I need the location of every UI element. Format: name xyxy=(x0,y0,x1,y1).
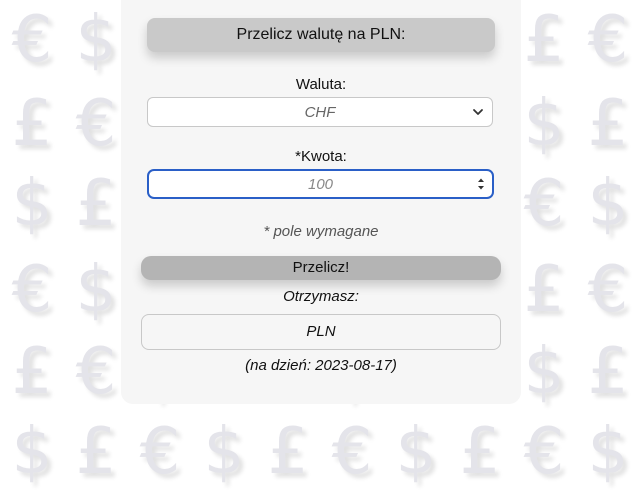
receive-label: Otrzymasz: xyxy=(283,288,359,305)
convert-button[interactable]: Przelicz! xyxy=(141,256,501,280)
currency-label: Waluta: xyxy=(295,76,347,93)
currency-select[interactable]: CHF xyxy=(147,97,493,127)
amount-label: *Kwota: xyxy=(295,148,347,165)
required-note: * pole wymagane xyxy=(263,223,379,240)
number-spinner-icon[interactable] xyxy=(477,177,485,191)
amount-input[interactable]: 100 xyxy=(147,169,494,199)
amount-placeholder: 100 xyxy=(307,176,334,193)
result-field: PLN xyxy=(141,314,501,350)
chevron-down-icon xyxy=(473,109,483,115)
form-title: Przelicz walutę na PLN: xyxy=(147,18,495,52)
currency-selected-value: CHF xyxy=(304,104,336,121)
background-row: $£€$£€$£€$£ xyxy=(11,415,629,489)
rate-date: (na dzień: 2023-08-17) xyxy=(245,357,397,374)
converter-card: Przelicz walutę na PLN: Waluta: CHF *Kwo… xyxy=(121,0,521,404)
